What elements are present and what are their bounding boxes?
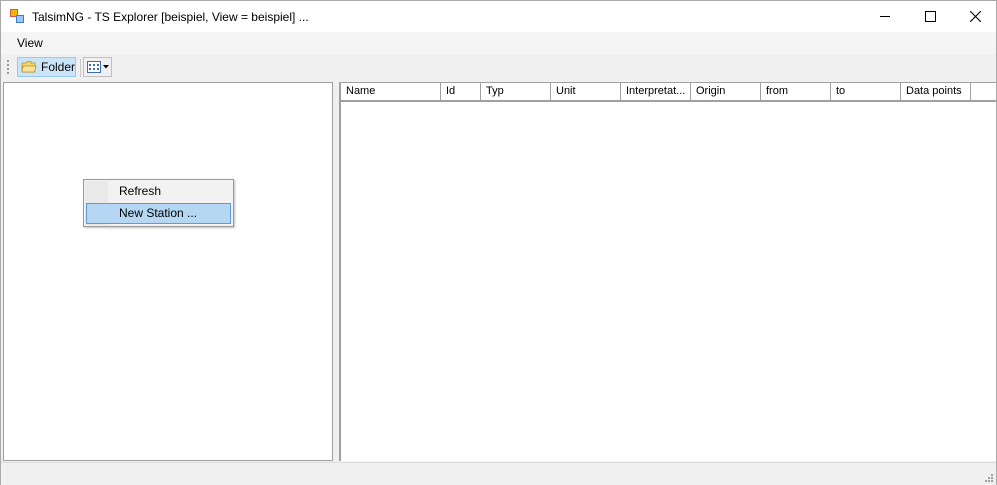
column-header-unit[interactable]: Unit: [551, 83, 621, 100]
timeseries-grid[interactable]: Name Id Typ Unit Interpretat... Origin f…: [339, 82, 996, 461]
folder-tree-pane[interactable]: [3, 82, 333, 461]
toolbar-separator: [80, 59, 81, 77]
column-header-name[interactable]: Name: [341, 83, 441, 100]
context-menu-item-new-station[interactable]: New Station ...: [86, 203, 231, 224]
toolbar: Folder: [1, 55, 996, 81]
close-button[interactable]: [952, 1, 997, 32]
column-header-interpretation[interactable]: Interpretat...: [621, 83, 691, 100]
column-header-from[interactable]: from: [761, 83, 831, 100]
folder-button[interactable]: Folder: [17, 57, 76, 77]
column-header-id[interactable]: Id: [441, 83, 481, 100]
minimize-button[interactable]: [862, 1, 908, 32]
resize-grip-icon[interactable]: [983, 472, 993, 482]
menu-bar: View: [1, 32, 996, 54]
chevron-down-icon: [102, 65, 109, 69]
main-window: TalsimNG - TS Explorer [beispiel, View =…: [0, 0, 997, 485]
column-header-data-points[interactable]: Data points: [901, 83, 971, 100]
view-list-icon: [86, 61, 101, 73]
app-icon: [10, 9, 24, 23]
window-title: TalsimNG - TS Explorer [beispiel, View =…: [32, 10, 309, 24]
minimize-icon: [879, 16, 890, 17]
menu-view[interactable]: View: [11, 35, 49, 51]
column-header-to[interactable]: to: [831, 83, 901, 100]
folder-icon: [21, 61, 37, 73]
column-header-typ[interactable]: Typ: [481, 83, 551, 100]
title-bar[interactable]: TalsimNG - TS Explorer [beispiel, View =…: [1, 1, 996, 32]
context-menu: Refresh New Station ...: [83, 179, 234, 227]
maximize-button[interactable]: [907, 1, 953, 32]
context-menu-item-refresh[interactable]: Refresh: [86, 181, 231, 202]
folder-button-label: Folder: [40, 60, 75, 74]
status-bar: [1, 462, 996, 485]
grid-header: Name Id Typ Unit Interpretat... Origin f…: [341, 83, 996, 102]
view-dropdown-button[interactable]: [83, 57, 112, 77]
column-header-origin[interactable]: Origin: [691, 83, 761, 100]
close-icon: [969, 11, 981, 22]
maximize-icon: [924, 11, 936, 22]
toolbar-grip[interactable]: [7, 60, 9, 76]
